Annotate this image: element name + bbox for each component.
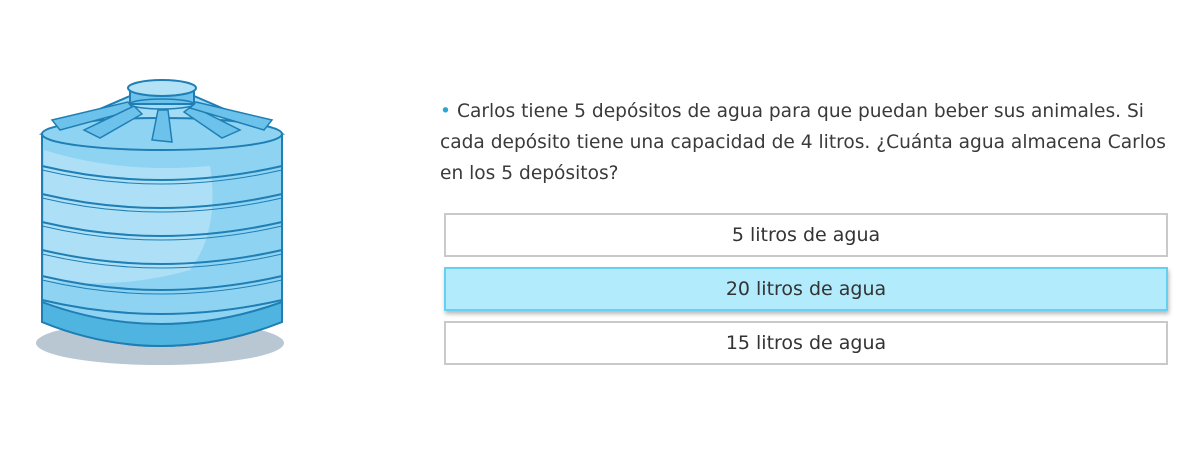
water-tank-illustration	[30, 70, 292, 370]
answer-option-1[interactable]: 5 litros de agua	[444, 213, 1168, 257]
answer-options: 5 litros de agua 20 litros de agua 15 li…	[444, 213, 1168, 365]
answer-option-label: 15 litros de agua	[725, 332, 887, 354]
bullet-icon: •	[440, 101, 451, 122]
question-text: • Carlos tiene 5 depósitos de agua para q…	[440, 96, 1170, 189]
answer-option-2[interactable]: 20 litros de agua	[444, 267, 1168, 311]
question-body: Carlos tiene 5 depósitos de agua para qu…	[440, 101, 1166, 184]
answer-option-label: 5 litros de agua	[731, 224, 881, 246]
water-tank-icon	[36, 79, 286, 365]
answer-option-label: 20 litros de agua	[725, 278, 887, 300]
answer-option-3[interactable]: 15 litros de agua	[444, 321, 1168, 365]
